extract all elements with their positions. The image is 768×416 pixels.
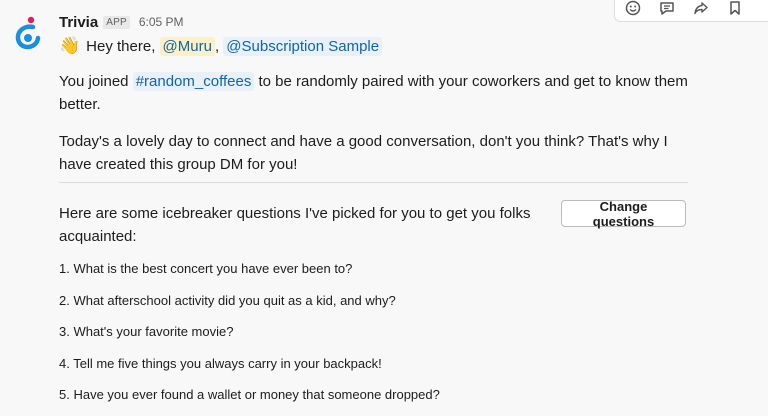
paragraph-text: You joined	[59, 73, 133, 90]
question-item: 1. What is the best concert you have eve…	[59, 261, 353, 276]
question-item: 5. Have you ever found a wallet or money…	[59, 387, 440, 402]
questions-list: 1. What is the best concert you have eve…	[59, 258, 440, 416]
channel-link[interactable]: #random_coffees	[132, 72, 255, 91]
bookmark-icon[interactable]	[723, 0, 747, 20]
mention-separator: ,	[214, 37, 220, 55]
paragraph-group-dm: Today's a lovely day to connect and have…	[59, 133, 668, 173]
reply-in-thread-icon[interactable]	[655, 0, 679, 20]
timestamp[interactable]: 6:05 PM	[139, 15, 184, 29]
greeting-line: 👋 Hey there, @Muru, @Subscription Sample	[59, 34, 383, 58]
user-mention-muru[interactable]: @Muru	[159, 36, 215, 56]
change-questions-button[interactable]: Change questions	[561, 199, 686, 229]
sender-name[interactable]: Trivia	[59, 14, 98, 31]
add-reaction-icon[interactable]	[621, 0, 645, 20]
divider	[59, 182, 688, 183]
question-item: 3. What's your favorite movie?	[59, 324, 234, 339]
user-mention-subscription-sample[interactable]: @Subscription Sample	[223, 36, 383, 56]
app-badge: APP	[103, 15, 130, 29]
question-item: 2. What afterschool activity did you qui…	[59, 292, 396, 308]
question-item: 4. Tell me five things you always carry …	[59, 355, 382, 371]
trivia-logo-icon	[15, 16, 41, 50]
message-header: Trivia APP 6:05 PM	[59, 12, 184, 32]
share-icon[interactable]	[689, 0, 713, 20]
message-actions-toolbar	[614, 0, 768, 22]
waving-hand-icon: 👋	[59, 36, 81, 55]
avatar[interactable]	[11, 14, 43, 52]
paragraph-joined-channel: You joined #random_coffees to be randoml…	[59, 70, 699, 116]
greeting-text: Hey there,	[86, 37, 156, 55]
icebreaker-intro: Here are some icebreaker questions I've …	[59, 205, 531, 245]
